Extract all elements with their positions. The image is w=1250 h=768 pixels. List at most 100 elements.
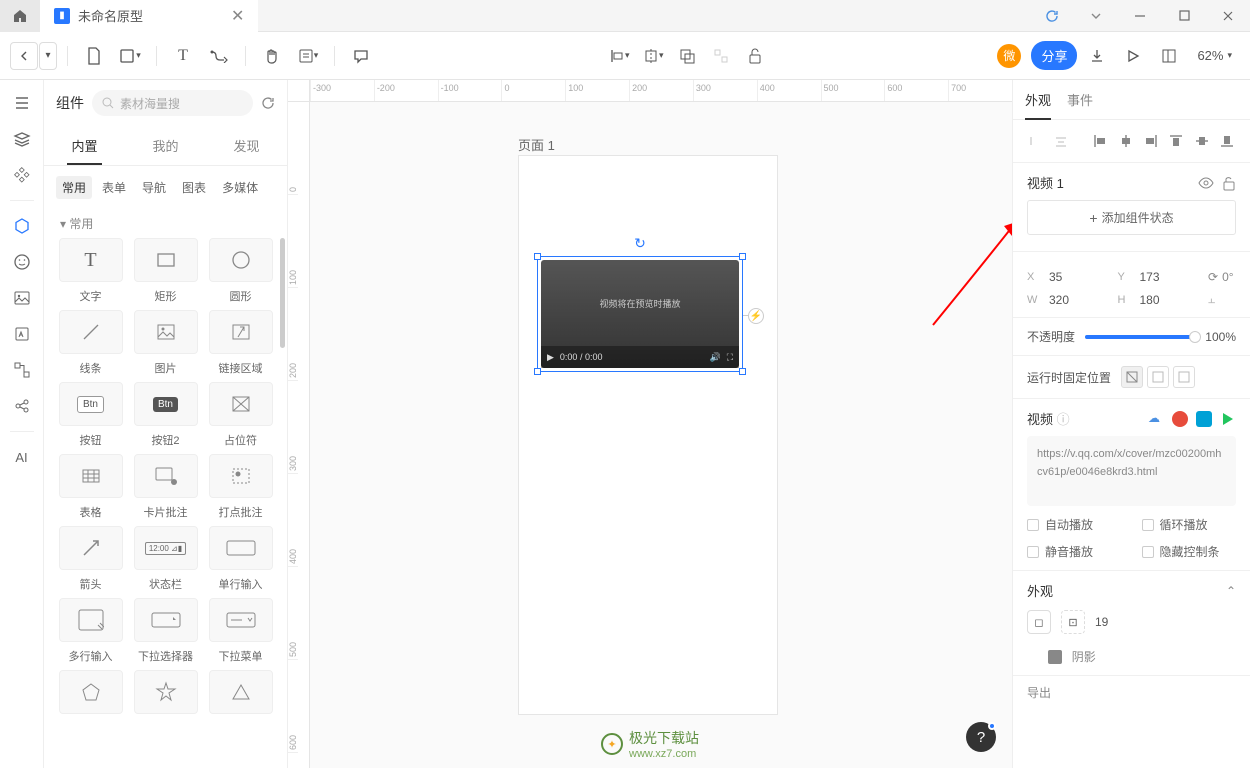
pin-bottom[interactable]	[1173, 366, 1195, 388]
cat-chart[interactable]: 图表	[176, 176, 212, 199]
resize-handle[interactable]	[739, 253, 746, 260]
rail-images[interactable]	[7, 283, 37, 313]
component-按钮2[interactable]: Btn按钮2	[131, 382, 200, 448]
panel-refresh-icon[interactable]	[261, 96, 275, 110]
rail-share[interactable]	[7, 391, 37, 421]
shape-tool[interactable]: ▾	[114, 40, 146, 72]
align-right-icon[interactable]	[1140, 130, 1161, 152]
rail-flow[interactable]	[7, 355, 37, 385]
close-tab-icon[interactable]: ✕	[231, 6, 244, 26]
share-button[interactable]: 分享	[1031, 41, 1077, 70]
component-卡片批注[interactable]: 卡片批注	[131, 454, 200, 520]
tencent-source-icon[interactable]	[1220, 411, 1236, 427]
corner-split-icon[interactable]: ⊡	[1061, 610, 1085, 634]
rail-components[interactable]	[7, 211, 37, 241]
page-tool[interactable]	[78, 40, 110, 72]
align-center-h-icon[interactable]	[1050, 130, 1071, 152]
play-icon[interactable]: ▶	[547, 352, 554, 363]
rotation-value[interactable]: ⟳ 0°	[1208, 270, 1236, 284]
video-url-input[interactable]: https://v.qq.com/x/cover/mzc00200mhcv61p…	[1027, 436, 1236, 506]
resize-handle[interactable]	[739, 368, 746, 375]
component-文字[interactable]: T文字	[56, 238, 125, 304]
w-value[interactable]: 320	[1049, 293, 1112, 307]
component-按钮[interactable]: Btn按钮	[56, 382, 125, 448]
component-线条[interactable]: 线条	[56, 310, 125, 376]
export-label[interactable]: 导出	[1027, 684, 1051, 701]
search-input[interactable]: 素材海量搜	[92, 90, 253, 116]
cat-common[interactable]: 常用	[56, 176, 92, 199]
fullscreen-icon[interactable]: ⛶	[727, 352, 733, 363]
component-下拉选择器[interactable]: 下拉选择器	[131, 598, 200, 664]
home-button[interactable]	[0, 0, 40, 32]
rotate-handle-icon[interactable]: ↻	[634, 235, 646, 252]
component-下拉菜单[interactable]: 下拉菜单	[206, 598, 275, 664]
tab-discover[interactable]: 发现	[206, 126, 287, 165]
resize-handle[interactable]	[534, 253, 541, 260]
align-middle-icon[interactable]	[1191, 130, 1212, 152]
component-单行输入[interactable]: 单行输入	[206, 526, 275, 592]
unlock-icon[interactable]	[1222, 175, 1236, 191]
rail-ai[interactable]: AI	[7, 442, 37, 472]
chevron-down-icon[interactable]	[1074, 0, 1118, 32]
component-矩形[interactable]: 矩形	[131, 238, 200, 304]
aspect-lock-icon[interactable]: ⫠	[1208, 292, 1236, 307]
volume-icon[interactable]: 🔊	[709, 352, 720, 363]
scrollbar-thumb[interactable]	[280, 238, 285, 348]
component-triangle[interactable]	[206, 670, 275, 714]
cat-nav[interactable]: 导航	[136, 176, 172, 199]
rail-assets[interactable]	[7, 160, 37, 190]
check-loop[interactable]: 循环播放	[1142, 516, 1237, 533]
maximize-button[interactable]	[1162, 0, 1206, 32]
component-链接区域[interactable]: 链接区域	[206, 310, 275, 376]
tab-builtin[interactable]: 内置	[44, 126, 125, 165]
rail-outline[interactable]	[7, 88, 37, 118]
component-多行输入[interactable]: 多行输入	[56, 598, 125, 664]
connector-tool[interactable]	[203, 40, 235, 72]
component-打点批注[interactable]: 打点批注	[206, 454, 275, 520]
note-tool[interactable]: ▾	[292, 40, 324, 72]
back-button[interactable]	[10, 42, 38, 70]
y-value[interactable]: 173	[1140, 270, 1203, 284]
artboard[interactable]	[518, 155, 778, 715]
component-占位符[interactable]: 占位符	[206, 382, 275, 448]
minimize-button[interactable]	[1118, 0, 1162, 32]
pin-none[interactable]	[1121, 366, 1143, 388]
component-箭头[interactable]: 箭头	[56, 526, 125, 592]
tab-appearance[interactable]: 外观	[1025, 80, 1051, 119]
component-圆形[interactable]: 圆形	[206, 238, 275, 304]
opacity-slider[interactable]	[1085, 335, 1195, 339]
cat-form[interactable]: 表单	[96, 176, 132, 199]
corner-radius-value[interactable]: 19	[1095, 615, 1108, 629]
group-tool[interactable]	[705, 40, 737, 72]
canvas[interactable]: -300-200-1000100200300400500600700 01002…	[288, 80, 1012, 768]
user-badge[interactable]: 微	[997, 44, 1021, 68]
download-button[interactable]	[1081, 40, 1113, 72]
youku-source-icon[interactable]	[1172, 411, 1188, 427]
component-表格[interactable]: 表格	[56, 454, 125, 520]
lock-tool[interactable]	[739, 40, 771, 72]
component-状态栏[interactable]: 12:00 ⊿▮状态栏	[131, 526, 200, 592]
component-star[interactable]	[131, 670, 200, 714]
check-hidecontrols[interactable]: 隐藏控制条	[1142, 543, 1237, 560]
refresh-button[interactable]	[1030, 0, 1074, 32]
rail-icons[interactable]	[7, 319, 37, 349]
align-center-icon[interactable]	[1115, 130, 1136, 152]
align-left-tool[interactable]: ▾	[603, 40, 635, 72]
align-center-tool[interactable]: ▾	[637, 40, 669, 72]
component-图片[interactable]: 图片	[131, 310, 200, 376]
page-label[interactable]: 页面 1	[518, 135, 555, 154]
rail-emoji[interactable]	[7, 247, 37, 277]
h-value[interactable]: 180	[1140, 293, 1203, 307]
chevron-up-icon[interactable]: ⌃	[1226, 584, 1236, 598]
check-mute[interactable]: 静音播放	[1027, 543, 1122, 560]
check-autoplay[interactable]: 自动播放	[1027, 516, 1122, 533]
zoom-display[interactable]: 62%▾	[1189, 48, 1240, 63]
connection-handle[interactable]: ⚡	[748, 308, 764, 324]
add-state-button[interactable]: +添加组件状态	[1027, 200, 1236, 235]
history-dropdown[interactable]: ▾	[39, 42, 57, 70]
visibility-icon[interactable]	[1198, 175, 1214, 191]
text-tool[interactable]: T	[167, 40, 199, 72]
shadow-swatch[interactable]	[1048, 650, 1062, 664]
corner-full-icon[interactable]: ◻	[1027, 610, 1051, 634]
align-top-icon[interactable]	[1166, 130, 1187, 152]
